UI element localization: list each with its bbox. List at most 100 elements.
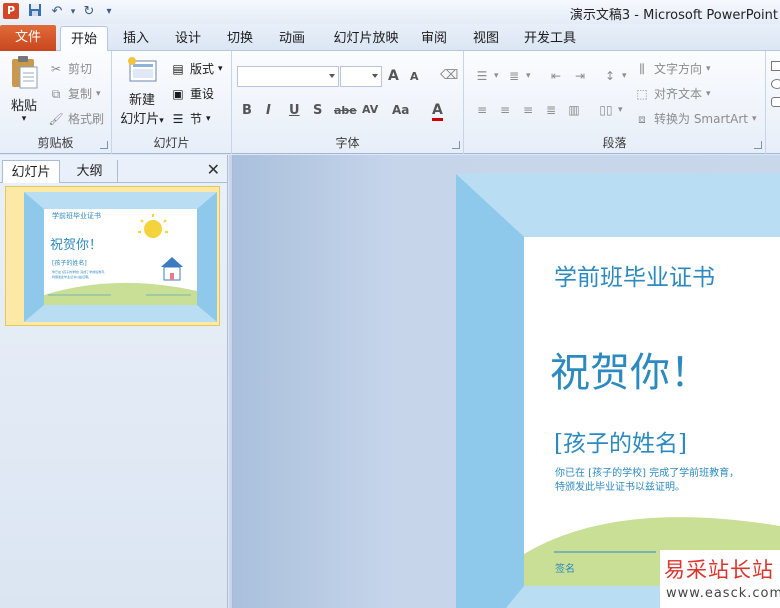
font-group: A A ⌫ B I U S abe AV Aa A 字体 xyxy=(232,51,464,154)
text-direction-button[interactable]: ⫼ 文字方向 ▾ xyxy=(634,60,710,77)
bullets-dropdown-icon: ▾ xyxy=(494,71,499,81)
reset-button[interactable]: ▣ 重设 xyxy=(170,85,214,102)
change-case-button[interactable]: Aa xyxy=(392,103,409,117)
save-icon[interactable] xyxy=(26,3,44,21)
tab-view[interactable]: 视图 xyxy=(466,26,506,51)
copy-icon: ⧉ xyxy=(51,86,61,101)
slide-thumbnail-art xyxy=(6,187,219,325)
tab-transitions[interactable]: 切换 xyxy=(220,26,260,51)
shape-oval-icon[interactable] xyxy=(771,79,780,89)
columns-button[interactable]: ▯▯ ▾ xyxy=(598,102,623,118)
tab-home[interactable]: 开始 xyxy=(60,26,108,51)
smartart-icon: ⧈ xyxy=(638,111,646,126)
paste-label: 粘贴 xyxy=(10,99,37,114)
window-title: 演示文稿3 - Microsoft PowerPoint xyxy=(569,8,778,23)
slide-body-line-1[interactable]: 你已在 [孩子的学校] 完成了学前班教育， xyxy=(555,464,739,479)
paste-dropdown-icon: ▾ xyxy=(21,114,27,124)
columns-dropdown-icon: ▾ xyxy=(618,105,623,115)
strikethrough-button[interactable]: abe xyxy=(334,104,357,117)
font-size-dropdown-icon[interactable] xyxy=(372,74,378,78)
slides-pane: 幻灯片 大纲 ✕ 1 学前班毕业证书 祝贺你！ [孩子的姓名] 你已在 [孩子的… xyxy=(0,155,228,608)
slide-heading[interactable]: 学前班毕业证书 xyxy=(554,258,715,292)
font-name-dropdown-icon[interactable] xyxy=(329,74,335,78)
clear-formatting-icon[interactable]: ⌫ xyxy=(440,68,458,83)
align-center-button[interactable]: ≡ xyxy=(497,102,513,118)
slide-child-name[interactable]: [孩子的姓名] xyxy=(554,424,687,458)
underline-button[interactable]: U xyxy=(289,103,300,118)
powerpoint-app-icon[interactable]: P xyxy=(3,3,19,19)
character-spacing-button[interactable]: AV xyxy=(362,103,378,116)
font-launcher-icon[interactable] xyxy=(452,141,460,149)
tab-animations[interactable]: 动画 xyxy=(272,26,312,51)
tab-file[interactable]: 文件 xyxy=(0,25,56,51)
font-color-button[interactable]: A xyxy=(432,102,443,121)
section-icon: ☰ xyxy=(172,111,184,126)
new-slide-label-2: 幻灯片▾ xyxy=(116,108,168,127)
distributed-button[interactable]: ▥ xyxy=(566,102,582,118)
pane-splitter[interactable] xyxy=(229,155,233,608)
thumb-body-1: 你已在 [孩子的学校] 完成了学前班教育， xyxy=(52,270,108,274)
slide-body-line-2[interactable]: 特颁发此毕业证书以兹证明。 xyxy=(555,478,685,493)
scissors-icon: ✂ xyxy=(50,61,62,76)
increase-indent-button[interactable]: ⇥ xyxy=(572,68,588,84)
shape-rounded-icon[interactable] xyxy=(771,97,780,107)
slide-thumbnail[interactable]: 学前班毕业证书 祝贺你！ [孩子的姓名] 你已在 [孩子的学校] 完成了学前班教… xyxy=(5,186,220,326)
section-label: 节 xyxy=(190,112,203,126)
shadow-button[interactable]: S xyxy=(313,103,322,118)
new-slide-dropdown-icon: ▾ xyxy=(159,116,164,126)
line-spacing-button[interactable]: ↕ ▾ xyxy=(602,68,627,84)
tab-outline[interactable]: 大纲 xyxy=(62,160,118,183)
convert-smartart-button[interactable]: ⧈ 转换为 SmartArt ▾ xyxy=(634,110,757,127)
paragraph-group-label: 段落 xyxy=(602,136,627,150)
section-button[interactable]: ☰ 节 ▾ xyxy=(170,110,211,127)
shape-rectangle-icon[interactable] xyxy=(771,61,780,71)
reset-label: 重设 xyxy=(190,87,215,101)
customize-qat-icon[interactable]: ▾ xyxy=(100,3,118,21)
slide-congrats[interactable]: 祝贺你！ xyxy=(550,340,710,398)
shrink-font-icon[interactable]: A xyxy=(410,70,419,83)
tab-insert[interactable]: 插入 xyxy=(116,26,156,51)
font-name-combo[interactable] xyxy=(237,66,339,87)
text-direction-icon: ⫼ xyxy=(639,61,645,76)
clipboard-launcher-icon[interactable] xyxy=(100,141,108,149)
align-center-icon: ≡ xyxy=(499,103,511,117)
tab-developer[interactable]: 开发工具 xyxy=(518,26,582,51)
format-painter-button[interactable]: 🖌 格式刷 xyxy=(48,110,104,127)
layout-button[interactable]: ▤ 版式 ▾ xyxy=(170,60,223,77)
decrease-indent-button[interactable]: ⇤ xyxy=(548,68,564,84)
paste-button[interactable]: 粘贴 ▾ xyxy=(4,55,44,124)
font-group-label: 字体 xyxy=(335,136,360,150)
current-slide[interactable]: 学前班毕业证书 祝贺你！ [孩子的姓名] 你已在 [孩子的学校] 完成了学前班教… xyxy=(456,174,780,608)
align-right-button[interactable]: ≡ xyxy=(520,102,536,118)
paragraph-launcher-icon[interactable] xyxy=(754,141,762,149)
tab-design[interactable]: 设计 xyxy=(168,26,208,51)
tab-slides-thumbnails[interactable]: 幻灯片 xyxy=(2,160,60,183)
thumb-body-2: 特颁发此毕业证书以兹证明。 xyxy=(52,275,92,279)
numbering-button[interactable]: ≣ ▾ xyxy=(506,68,531,84)
title-bar: P ↶ ▾ ↻ ▾ 演示文稿3 - Microsoft PowerPoint xyxy=(0,0,780,24)
copy-button[interactable]: ⧉ 复制 ▾ xyxy=(48,85,101,102)
grow-font-icon[interactable]: A xyxy=(388,68,399,84)
cut-button[interactable]: ✂ 剪切 xyxy=(48,60,92,77)
slide-signature-label[interactable]: 签名 xyxy=(555,560,575,575)
new-slide-button[interactable]: 新建 幻灯片▾ xyxy=(116,55,168,127)
align-text-button[interactable]: ⬚ 对齐文本 ▾ xyxy=(634,85,711,102)
align-text-dropdown-icon: ▾ xyxy=(706,88,711,99)
smartart-dropdown-icon: ▾ xyxy=(751,113,757,124)
font-size-combo[interactable] xyxy=(340,66,382,87)
justify-button[interactable]: ≣ xyxy=(543,102,559,118)
redo-icon[interactable]: ↻ xyxy=(80,3,98,21)
italic-button[interactable]: I xyxy=(266,103,271,118)
bullets-button[interactable]: ☰ ▾ xyxy=(474,68,499,84)
align-right-icon: ≡ xyxy=(522,103,534,117)
thumb-heading: 学前班毕业证书 xyxy=(52,212,101,220)
tab-slideshow[interactable]: 幻灯片放映 xyxy=(326,26,406,51)
bold-button[interactable]: B xyxy=(242,103,252,118)
close-pane-icon[interactable]: ✕ xyxy=(207,160,220,179)
tab-review[interactable]: 审阅 xyxy=(414,26,454,51)
align-left-button[interactable]: ≡ xyxy=(474,102,490,118)
drawing-group xyxy=(766,51,780,154)
distributed-icon: ▥ xyxy=(568,103,580,117)
layout-dropdown-icon: ▾ xyxy=(218,63,223,74)
ribbon-tabs: 文件 开始 插入 设计 切换 动画 幻灯片放映 审阅 视图 开发工具 xyxy=(0,24,780,51)
